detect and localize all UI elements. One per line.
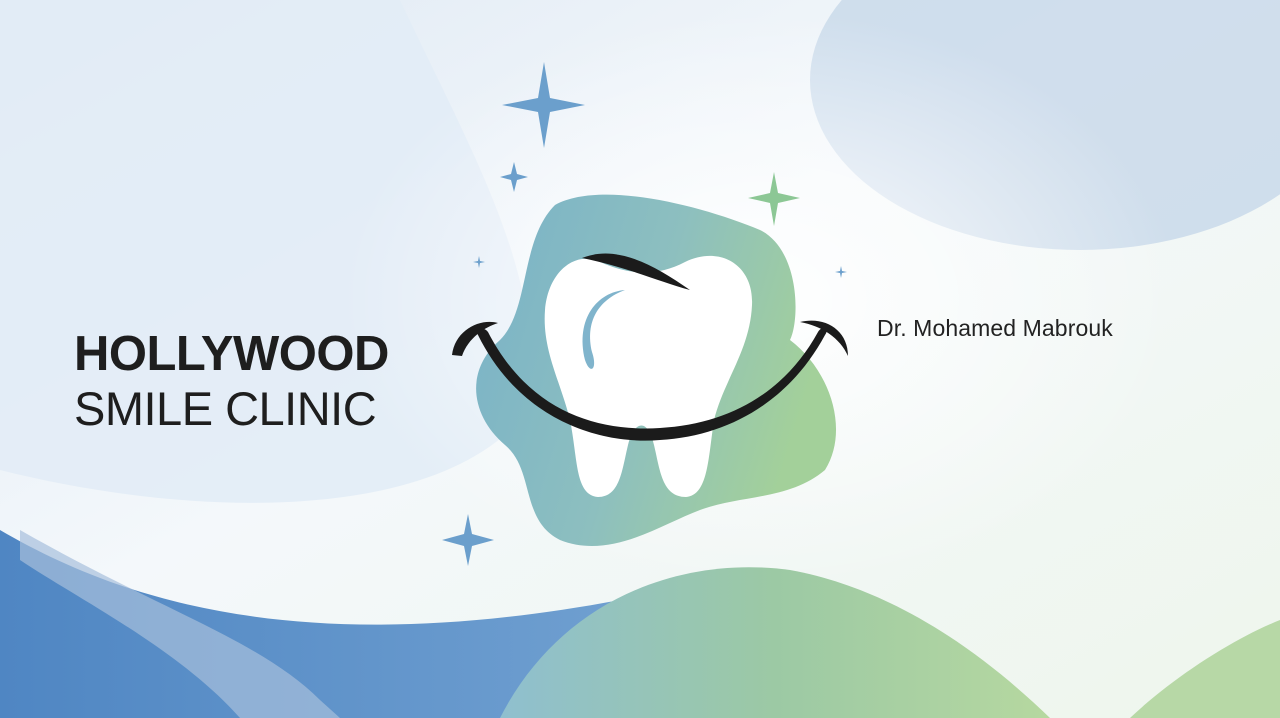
clinic-name: HOLLYWOOD SMILE CLINIC — [74, 326, 389, 436]
sparkle-icon — [500, 162, 528, 192]
tooth-smile-logo — [442, 62, 848, 566]
sparkle-icon — [748, 172, 800, 226]
sparkle-icon — [442, 514, 494, 566]
doctor-name: Dr. Mohamed Mabrouk — [877, 315, 1113, 341]
clinic-name-line2: SMILE CLINIC — [74, 382, 377, 435]
sparkle-icon — [473, 256, 485, 268]
logo-banner: HOLLYWOOD SMILE CLINIC Dr. Mohamed Mabro… — [0, 0, 1280, 718]
clinic-name-line1: HOLLYWOOD — [74, 327, 389, 381]
sparkle-icon — [835, 266, 847, 278]
sparkle-icon — [502, 62, 585, 148]
